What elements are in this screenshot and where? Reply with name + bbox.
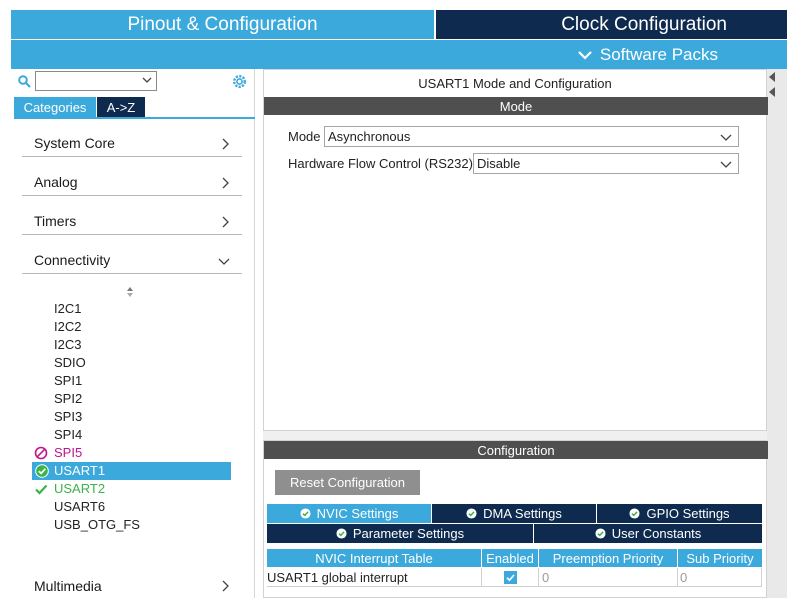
check-icon — [35, 484, 48, 495]
search-input[interactable] — [35, 71, 157, 91]
table-cell-preemption[interactable]: 0 — [539, 568, 678, 587]
list-item-usart1[interactable]: USART1 — [32, 462, 231, 480]
tab-label: GPIO Settings — [646, 506, 730, 521]
list-item-spi5[interactable]: SPI5 — [34, 444, 83, 462]
check-circle-icon — [629, 508, 640, 519]
configuration-panel: Configuration Reset Configuration NVIC S… — [263, 440, 768, 598]
check-icon — [505, 573, 515, 581]
tab-label: User Constants — [611, 526, 702, 541]
list-item-i2c1[interactable]: I2C1 — [54, 300, 81, 318]
app-window: Pinout & Configuration Clock Configurati… — [0, 0, 787, 598]
tab-pinout-configuration[interactable]: Pinout & Configuration — [11, 10, 434, 39]
search-icon[interactable] — [18, 75, 31, 88]
left-pane: Categories A->Z System Core Analog Timer… — [11, 69, 255, 598]
gear-icon[interactable] — [231, 73, 248, 90]
category-multimedia[interactable]: Multimedia — [22, 572, 242, 598]
list-item-label: SPI5 — [54, 445, 83, 460]
list-item-sdio[interactable]: SDIO — [54, 354, 86, 372]
collapse-strip[interactable] — [767, 69, 787, 598]
mode-section-header: Mode — [264, 97, 768, 115]
category-label: Connectivity — [34, 252, 111, 268]
flow-control-label: Hardware Flow Control (RS232) — [288, 156, 473, 171]
page-title: USART1 Mode and Configuration — [418, 76, 612, 91]
tab-user-constants[interactable]: User Constants — [534, 524, 762, 543]
tab-dma-settings[interactable]: DMA Settings — [432, 504, 596, 523]
check-circle-icon — [300, 508, 311, 519]
tab-clock-configuration[interactable]: Clock Configuration — [436, 10, 787, 39]
chevron-right-icon — [222, 216, 229, 228]
reset-configuration-button[interactable]: Reset Configuration — [275, 470, 420, 495]
check-circle-icon — [336, 528, 347, 539]
chevron-down-icon — [218, 258, 230, 265]
list-item-spi3[interactable]: SPI3 — [54, 408, 82, 426]
category-label: Timers — [34, 213, 77, 229]
category-analog[interactable]: Analog — [22, 169, 242, 196]
list-item-usb-otg-fs[interactable]: USB_OTG_FS — [54, 516, 140, 534]
flow-control-value: Disable — [477, 156, 521, 171]
tab-nvic-settings[interactable]: NVIC Settings — [267, 504, 431, 523]
list-item-spi4[interactable]: SPI4 — [54, 426, 82, 444]
mode-value: Asynchronous — [328, 129, 411, 144]
mode-select[interactable]: Asynchronous — [324, 126, 739, 147]
collapse-arrows-icon[interactable] — [768, 71, 776, 99]
column-header[interactable]: Enabled — [482, 549, 538, 567]
chevron-down-icon[interactable] — [142, 74, 152, 86]
configuration-section-header: Configuration — [264, 441, 768, 459]
column-header[interactable]: NVIC Interrupt Table — [267, 549, 481, 567]
table-cell-sub-priority[interactable]: 0 — [678, 568, 762, 587]
chevron-right-icon — [222, 177, 229, 189]
list-item-spi2[interactable]: SPI2 — [54, 390, 82, 408]
tab-gpio-settings[interactable]: GPIO Settings — [597, 504, 762, 523]
tab-categories[interactable]: Categories — [14, 97, 96, 117]
chevron-down-icon — [720, 161, 732, 168]
check-circle-icon — [466, 508, 477, 519]
sort-icon[interactable] — [125, 285, 135, 299]
list-item-i2c3[interactable]: I2C3 — [54, 336, 81, 354]
flow-control-select[interactable]: Disable — [473, 153, 739, 174]
mode-label: Mode — [288, 129, 321, 144]
tab-a-to-z[interactable]: A->Z — [97, 97, 145, 117]
check-circle-icon — [35, 464, 49, 478]
list-item-spi1[interactable]: SPI1 — [54, 372, 82, 390]
chevron-right-icon — [222, 138, 229, 150]
software-packs-label: Software Packs — [599, 44, 718, 64]
list-item-label: USART2 — [54, 481, 106, 496]
tab-label: NVIC Settings — [316, 506, 399, 521]
category-system-core[interactable]: System Core — [22, 130, 242, 157]
chevron-right-icon — [222, 580, 229, 592]
tab-underline — [14, 117, 255, 119]
column-header[interactable]: Sub Priority — [678, 549, 762, 567]
software-packs-menu[interactable]: Software Packs — [11, 40, 787, 69]
list-item-usart6[interactable]: USART6 — [54, 498, 105, 516]
chevron-down-icon — [720, 134, 732, 141]
tab-parameter-settings[interactable]: Parameter Settings — [267, 524, 533, 543]
check-circle-icon — [595, 528, 606, 539]
category-connectivity[interactable]: Connectivity — [22, 247, 242, 274]
category-label: Multimedia — [34, 577, 102, 594]
tab-label: DMA Settings — [483, 506, 562, 521]
column-header[interactable]: Preemption Priority — [539, 549, 677, 567]
list-item-label: USART1 — [54, 463, 106, 478]
list-item-i2c2[interactable]: I2C2 — [54, 318, 81, 336]
tab-label: Parameter Settings — [352, 526, 465, 541]
table-cell-enabled[interactable] — [482, 568, 539, 587]
disabled-icon — [34, 446, 48, 460]
enabled-checkbox[interactable] — [503, 570, 517, 584]
chevron-down-icon — [578, 50, 592, 60]
list-item-usart2[interactable]: USART2 — [35, 480, 106, 498]
mode-panel: USART1 Mode and Configuration Mode Mode … — [263, 69, 768, 431]
category-timers[interactable]: Timers — [22, 208, 242, 235]
category-label: System Core — [34, 135, 115, 151]
category-label: Analog — [34, 174, 78, 190]
table-cell-interrupt-name: USART1 global interrupt — [267, 568, 482, 587]
